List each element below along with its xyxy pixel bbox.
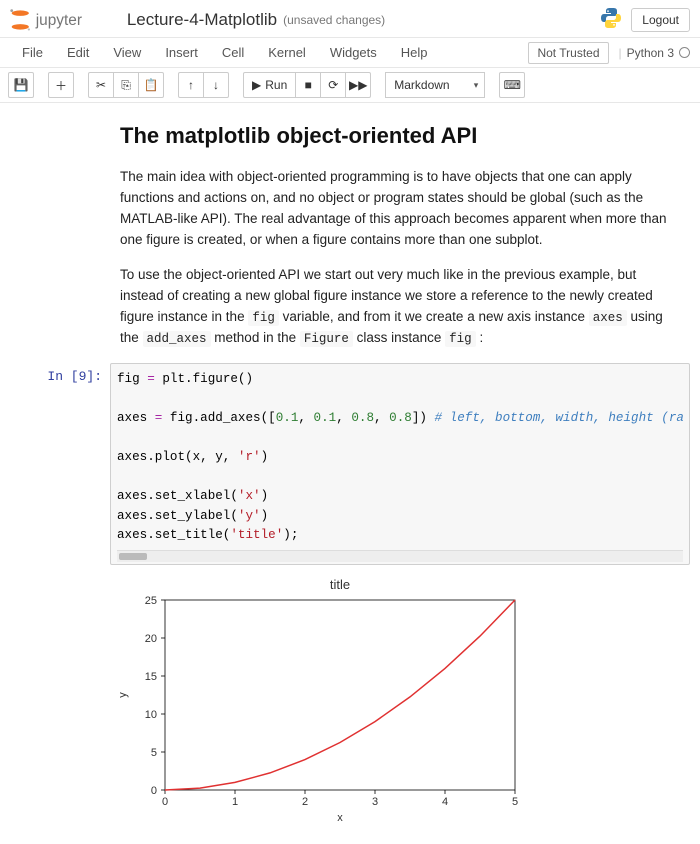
save-button[interactable]: 💾 — [8, 72, 34, 98]
svg-text:y: y — [117, 692, 129, 698]
copy-button[interactable]: ⎘ — [113, 72, 139, 98]
svg-text:2: 2 — [302, 796, 308, 808]
notebook-name[interactable]: Lecture-4-Matplotlib — [127, 10, 277, 30]
svg-text:10: 10 — [145, 709, 157, 721]
kernel-indicator[interactable]: | Python 3 — [619, 46, 691, 60]
restart-run-all-button[interactable]: ▶▶ — [345, 72, 371, 98]
svg-text:0: 0 — [151, 785, 157, 797]
code-source[interactable]: fig = plt.figure() axes = fig.add_axes([… — [117, 370, 683, 546]
svg-text:3: 3 — [372, 796, 378, 808]
keyboard-icon: ⌨ — [504, 78, 521, 92]
svg-text:5: 5 — [151, 747, 157, 759]
save-status: (unsaved changes) — [283, 13, 385, 27]
scrollbar-thumb[interactable] — [119, 553, 147, 560]
menu-file[interactable]: File — [10, 39, 55, 66]
insert-cell-button[interactable]: ＋ — [48, 72, 74, 98]
inline-code: Figure — [300, 331, 353, 347]
arrow-up-icon: ↑ — [188, 78, 194, 92]
logout-button[interactable]: Logout — [631, 8, 690, 32]
code-cell[interactable]: In [9]: fig = plt.figure() axes = fig.ad… — [10, 363, 690, 565]
cell-type-select[interactable]: Markdown — [385, 72, 485, 98]
restart-button[interactable]: ⟳ — [320, 72, 346, 98]
menu-insert[interactable]: Insert — [153, 39, 210, 66]
plus-icon: ＋ — [55, 77, 67, 94]
interrupt-button[interactable]: ■ — [295, 72, 321, 98]
menu-help[interactable]: Help — [389, 39, 440, 66]
move-up-button[interactable]: ↑ — [178, 72, 204, 98]
matplotlib-figure: 0 1 2 3 4 5 0 5 10 15 20 25 title x y — [110, 575, 530, 825]
kernel-status-icon — [679, 47, 690, 58]
toolbar: 💾 ＋ ✂ ⎘ 📋 ↑ ↓ ▶Run ■ ⟳ ▶▶ Markdown ⌨ — [0, 68, 700, 103]
svg-text:jupyter: jupyter — [35, 12, 82, 29]
python-logo-icon — [599, 6, 623, 33]
stop-icon: ■ — [305, 78, 312, 92]
notebook-area: The matplotlib object-oriented API The m… — [0, 103, 700, 844]
svg-text:4: 4 — [442, 796, 448, 808]
clipboard-icon: 📋 — [144, 78, 159, 92]
section-heading: The matplotlib object-oriented API — [120, 123, 670, 149]
svg-text:0: 0 — [162, 796, 168, 808]
notebook-header: jupyter Lecture-4-Matplotlib (unsaved ch… — [0, 0, 700, 38]
paragraph-1: The main idea with object-oriented progr… — [120, 167, 670, 251]
restart-icon: ⟳ — [328, 78, 338, 92]
svg-text:1: 1 — [232, 796, 238, 808]
run-icon: ▶ — [252, 78, 261, 92]
input-prompt: In [9]: — [10, 363, 110, 565]
run-button[interactable]: ▶Run — [243, 72, 296, 98]
paste-button[interactable]: 📋 — [138, 72, 164, 98]
menu-view[interactable]: View — [101, 39, 153, 66]
inline-code: fig — [445, 331, 476, 347]
svg-text:15: 15 — [145, 671, 157, 683]
menubar: File Edit View Insert Cell Kernel Widget… — [0, 38, 700, 68]
paragraph-2: To use the object-oriented API we start … — [120, 265, 670, 350]
cut-button[interactable]: ✂ — [88, 72, 114, 98]
save-icon: 💾 — [14, 78, 29, 92]
menu-widgets[interactable]: Widgets — [318, 39, 389, 66]
markdown-cell[interactable]: The matplotlib object-oriented API The m… — [120, 123, 670, 349]
output-area: 0 1 2 3 4 5 0 5 10 15 20 25 title x y — [110, 575, 690, 825]
svg-text:title: title — [330, 577, 350, 592]
inline-code: add_axes — [143, 331, 211, 347]
code-input-area[interactable]: fig = plt.figure() axes = fig.add_axes([… — [110, 363, 690, 565]
kernel-name: Python 3 — [627, 46, 674, 60]
trust-indicator[interactable]: Not Trusted — [528, 42, 608, 64]
arrow-down-icon: ↓ — [213, 78, 219, 92]
menu-edit[interactable]: Edit — [55, 39, 101, 66]
jupyter-logo[interactable]: jupyter — [10, 8, 113, 32]
horizontal-scrollbar[interactable] — [117, 550, 683, 562]
menu-kernel[interactable]: Kernel — [256, 39, 318, 66]
command-palette-button[interactable]: ⌨ — [499, 72, 525, 98]
menu-cell[interactable]: Cell — [210, 39, 256, 66]
copy-icon: ⎘ — [121, 78, 131, 93]
inline-code: axes — [589, 310, 627, 326]
move-down-button[interactable]: ↓ — [203, 72, 229, 98]
inline-code: fig — [248, 310, 279, 326]
fast-forward-icon: ▶▶ — [349, 78, 367, 92]
scissors-icon: ✂ — [96, 78, 106, 92]
svg-text:5: 5 — [512, 796, 518, 808]
svg-text:x: x — [337, 812, 343, 824]
svg-text:25: 25 — [145, 595, 157, 607]
svg-text:20: 20 — [145, 633, 157, 645]
